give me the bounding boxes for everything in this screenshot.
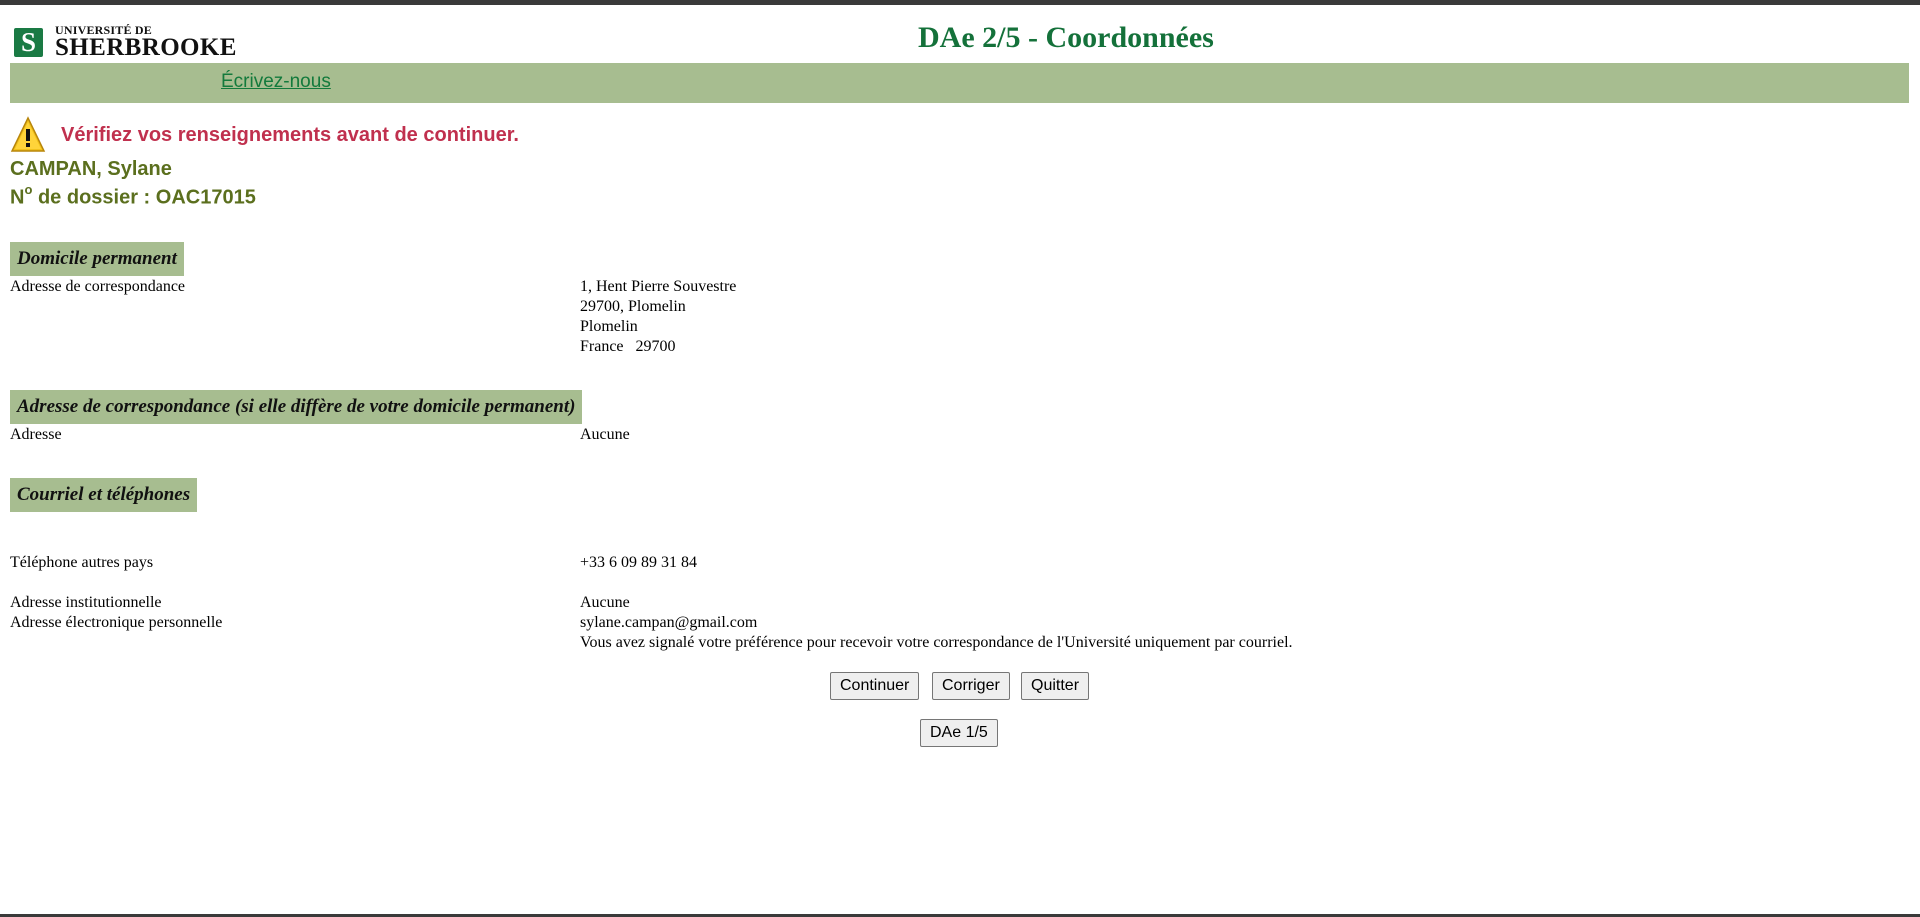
permanent-address-line-2: 29700, Plomelin [580,298,686,315]
permanent-address-line-3: Plomelin [580,318,638,335]
email-preference-note: Vous avez signalé votre préférence pour … [580,634,1293,651]
page-title: DAe 2/5 - Coordonnées [918,21,1214,54]
phone-value: +33 6 09 89 31 84 [580,554,698,571]
correspondence-address-label: Adresse [10,426,62,443]
institutional-address-label: Adresse institutionnelle [10,594,162,611]
permanent-address-line-1: 1, Hent Pierre Souvestre [580,278,737,295]
correspondence-address-value: Aucune [580,426,630,443]
dossier-rest: de dossier : OAC17015 [32,186,256,209]
applicant-name: CAMPAN, Sylane [10,158,172,180]
logo-badge-icon: S [14,27,43,57]
dossier-ordinal: o [24,182,33,197]
permanent-address-label: Adresse de correspondance [10,278,186,295]
dossier-prefix: N [10,186,25,209]
previous-step-button[interactable]: DAe 1/5 [920,719,998,747]
permanent-address-line-4: France 29700 [580,338,676,355]
university-logo[interactable]: S UNIVERSITÉ DE SHERBROOKE [14,24,237,60]
quit-button[interactable]: Quitter [1021,672,1090,700]
contact-us-link[interactable]: Écrivez-nous [221,71,331,93]
phone-label: Téléphone autres pays [10,554,154,571]
correct-button[interactable]: Corriger [932,672,1010,700]
continue-button[interactable]: Continuer [830,672,920,700]
section-correspondence-heading: Adresse de correspondance (si elle diffè… [10,390,583,424]
nav-bar: Écrivez-nous [10,63,1909,103]
personal-email-label: Adresse électronique personnelle [10,614,223,631]
logo-wordmark: UNIVERSITÉ DE SHERBROOKE [55,24,237,60]
section-permanent-heading: Domicile permanent [10,242,184,276]
warning-banner: Vérifiez vos renseignements avant de con… [10,116,519,154]
dossier-number: No de dossier : OAC17015 [10,182,256,210]
warning-text: Vérifiez vos renseignements avant de con… [61,123,519,146]
window-top-border [0,0,1920,5]
personal-email-value: sylane.campan@gmail.com [580,614,758,631]
warning-triangle-icon [10,116,46,152]
logo-main-text: SHERBROOKE [55,34,237,61]
section-contact-heading: Courriel et téléphones [10,478,198,512]
institutional-address-value: Aucune [580,594,630,611]
